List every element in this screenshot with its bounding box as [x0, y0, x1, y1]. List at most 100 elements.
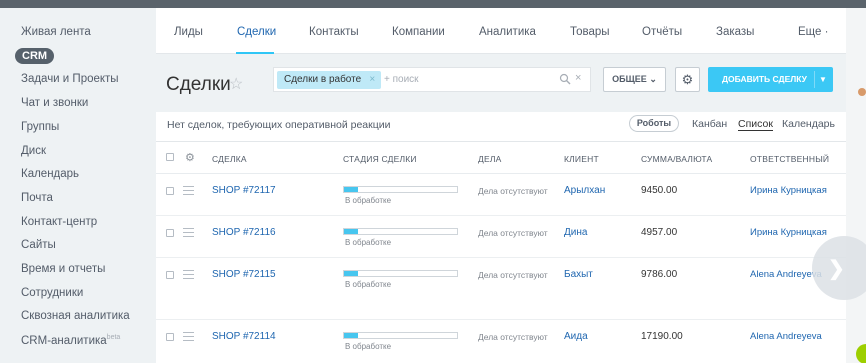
view-calendar[interactable]: Календарь — [782, 118, 835, 130]
robots-button[interactable]: Роботы — [629, 115, 679, 132]
table-row[interactable]: SHOP #72114 В обработке Дела отсутствуют… — [156, 320, 846, 363]
activities-cell: Дела отсутствуют — [478, 228, 548, 238]
tab-companies[interactable]: Компании — [392, 26, 445, 38]
client-link[interactable]: Арылхан — [564, 185, 605, 196]
select-all-checkbox[interactable] — [166, 153, 174, 161]
column-deal[interactable]: СДЕЛКА — [212, 154, 247, 164]
menu-icon[interactable] — [183, 186, 194, 195]
sidebar-item-crm[interactable]: CRM — [15, 48, 55, 64]
activities-cell: Дела отсутствуют — [478, 332, 548, 342]
tab-orders[interactable]: Заказы — [716, 26, 754, 38]
stage-progress[interactable] — [343, 270, 458, 277]
sidebar-item-tasks[interactable]: Задачи и Проекты — [21, 73, 119, 85]
column-responsible[interactable]: ОТВЕТСТВЕННЫЙ — [750, 154, 829, 164]
sidebar-item-crm-analytics[interactable]: CRM-аналитикаbeta — [21, 334, 120, 347]
sidebar-item-groups[interactable]: Группы — [21, 121, 59, 133]
sidebar-item-contact-center[interactable]: Контакт-центр — [21, 216, 97, 228]
view-kanban[interactable]: Канбан — [692, 118, 727, 130]
add-deal-button[interactable]: ДОБАВИТЬ СДЕЛКУ ▼ — [708, 67, 833, 92]
column-activities[interactable]: ДЕЛА — [478, 154, 501, 164]
tab-deals[interactable]: Сделки — [237, 26, 276, 38]
responsible-link[interactable]: Ирина Курницкая — [750, 185, 827, 196]
menu-icon[interactable] — [183, 332, 194, 341]
row-checkbox[interactable] — [166, 229, 174, 237]
sidebar-item-chat[interactable]: Чат и звонки — [21, 97, 88, 109]
beta-badge: beta — [106, 334, 121, 341]
table-row[interactable]: SHOP #72116 В обработке Дела отсутствуют… — [156, 216, 846, 258]
column-client[interactable]: КЛИЕНТ — [564, 154, 599, 164]
gear-icon[interactable]: ⚙ — [675, 67, 700, 92]
stage-progress[interactable] — [343, 228, 458, 235]
deal-link[interactable]: SHOP #72116 — [212, 227, 276, 238]
responsible-link[interactable]: Alena Andreyeva — [750, 269, 822, 280]
row-checkbox[interactable] — [166, 333, 174, 341]
chat-launcher-icon[interactable] — [856, 344, 866, 363]
sum-cell: 4957.00 — [641, 227, 678, 238]
menu-icon[interactable] — [183, 270, 194, 279]
tab-contacts[interactable]: Контакты — [309, 26, 359, 38]
stage-progress[interactable] — [343, 186, 458, 193]
column-stage[interactable]: СТАДИЯ СДЕЛКИ — [343, 154, 417, 164]
sidebar-item-employees[interactable]: Сотрудники — [21, 287, 83, 299]
clear-icon[interactable]: × — [575, 72, 581, 84]
row-checkbox[interactable] — [166, 271, 174, 279]
next-arrow-icon: ❯ — [828, 258, 845, 280]
general-button[interactable]: ОБЩЕЕ ⌄ — [603, 67, 666, 92]
search-icon[interactable] — [559, 73, 571, 85]
deal-link[interactable]: SHOP #72115 — [212, 269, 276, 280]
responsible-link[interactable]: Ирина Курницкая — [750, 227, 827, 238]
crm-tabs: Лиды Сделки Контакты Компании Аналитика … — [156, 8, 846, 54]
sidebar-item-time-reports[interactable]: Время и отчеты — [21, 263, 105, 275]
close-icon[interactable]: × — [369, 71, 375, 89]
sidebar-item-analytics[interactable]: Сквозная аналитика — [21, 310, 130, 322]
sidebar-item-calendar[interactable]: Календарь — [21, 168, 79, 180]
sidebar-item-feed[interactable]: Живая лента — [21, 26, 91, 38]
no-deals-message: Нет сделок, требующих оперативной реакци… — [167, 119, 391, 131]
main-panel: Лиды Сделки Контакты Компании Аналитика … — [156, 8, 846, 363]
right-panel-strip — [846, 8, 866, 363]
activities-cell: Дела отсутствуют — [478, 186, 548, 196]
title-area: Сделки ☆ Сделки в работе × + поиск × ОБЩ… — [156, 54, 846, 112]
filter-search-box[interactable]: Сделки в работе × + поиск × — [273, 67, 591, 92]
chevron-down-icon: ⌄ — [649, 74, 657, 84]
add-deal-label: ДОБАВИТЬ СДЕЛКУ — [722, 74, 807, 84]
sum-cell: 17190.00 — [641, 331, 683, 342]
tab-analytics[interactable]: Аналитика — [479, 26, 536, 38]
sidebar-item-mail[interactable]: Почта — [21, 192, 53, 204]
row-checkbox[interactable] — [166, 187, 174, 195]
menu-icon[interactable] — [183, 228, 194, 237]
search-input[interactable]: + поиск — [384, 74, 419, 85]
sidebar-item-sites[interactable]: Сайты — [21, 239, 56, 251]
tab-more[interactable]: Еще · — [798, 26, 828, 38]
avatar[interactable] — [858, 88, 866, 96]
stage-label: В обработке — [345, 280, 392, 289]
tab-reports[interactable]: Отчёты — [642, 26, 682, 38]
client-link[interactable]: Дина — [564, 227, 587, 238]
table-row[interactable]: SHOP #72115 В обработке Дела отсутствуют… — [156, 258, 846, 320]
responsible-link[interactable]: Alena Andreyeva — [750, 331, 822, 342]
page-title: Сделки — [166, 74, 231, 95]
chevron-down-icon[interactable]: ▼ — [819, 67, 827, 92]
sidebar-item-disk[interactable]: Диск — [21, 145, 46, 157]
client-link[interactable]: Бахыт — [564, 269, 593, 280]
view-list[interactable]: Список — [738, 118, 773, 131]
column-sum[interactable]: СУММА/ВАЛЮТА — [641, 154, 712, 164]
sidebar: Живая лента CRM Задачи и Проекты Чат и з… — [0, 8, 156, 363]
client-link[interactable]: Аида — [564, 331, 588, 342]
subbar: Нет сделок, требующих оперативной реакци… — [156, 112, 846, 142]
top-bar — [0, 0, 866, 8]
deal-link[interactable]: SHOP #72117 — [212, 185, 276, 196]
table-row[interactable]: SHOP #72117 В обработке Дела отсутствуют… — [156, 174, 846, 216]
sum-cell: 9450.00 — [641, 185, 678, 196]
tab-products[interactable]: Товары — [570, 26, 610, 38]
gear-icon[interactable]: ⚙ — [185, 151, 195, 164]
stage-label: В обработке — [345, 238, 392, 247]
stage-label: В обработке — [345, 196, 392, 205]
sum-cell: 9786.00 — [641, 269, 678, 280]
star-icon[interactable]: ☆ — [229, 74, 243, 94]
tab-leads[interactable]: Лиды — [174, 26, 203, 38]
sidebar-item-label: CRM-аналитика — [21, 334, 107, 347]
filter-tag[interactable]: Сделки в работе × — [277, 71, 382, 89]
stage-progress[interactable] — [343, 332, 458, 339]
deal-link[interactable]: SHOP #72114 — [212, 331, 276, 342]
